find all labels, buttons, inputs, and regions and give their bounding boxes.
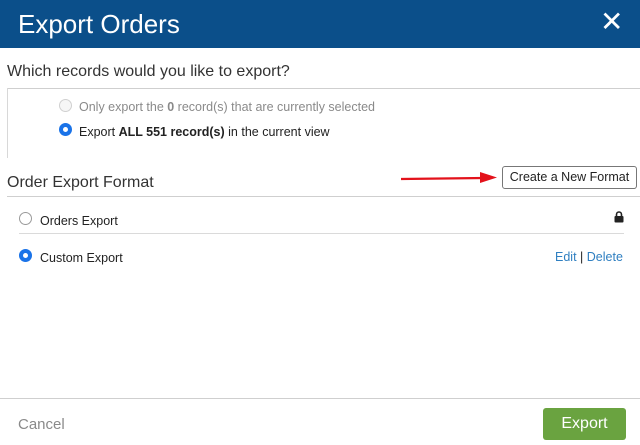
format-section-title: Order Export Format: [7, 174, 154, 191]
radio-export-selected: [59, 99, 72, 112]
delete-link[interactable]: Delete: [587, 250, 623, 264]
divider: [7, 88, 640, 89]
lock-icon: [614, 211, 624, 223]
dialog-header: Export Orders ✕: [0, 0, 640, 48]
footer-divider: [0, 398, 640, 399]
option-export-selected-label: Only export the 0 record(s) that are cur…: [79, 100, 375, 114]
divider: [7, 196, 640, 197]
close-icon[interactable]: ✕: [600, 8, 623, 36]
format-actions: Edit | Delete: [555, 249, 623, 265]
action-separator: |: [580, 250, 584, 264]
edit-link[interactable]: Edit: [555, 250, 577, 264]
export-button[interactable]: Export: [543, 408, 626, 440]
radio-orders-export[interactable]: [19, 212, 32, 225]
cancel-button[interactable]: Cancel: [18, 415, 65, 435]
format-custom-export-label[interactable]: Custom Export: [40, 250, 123, 266]
radio-export-all[interactable]: [59, 123, 72, 136]
records-section-title: Which records would you like to export?: [7, 63, 290, 80]
option-export-all-label[interactable]: Export ALL 551 record(s) in the current …: [79, 124, 330, 140]
format-orders-export-label[interactable]: Orders Export: [40, 213, 118, 229]
divider: [19, 233, 624, 234]
arrow-annotation: [400, 172, 497, 183]
dialog-title: Export Orders: [18, 9, 180, 39]
radio-custom-export[interactable]: [19, 249, 32, 262]
divider: [7, 88, 8, 158]
create-new-format-button[interactable]: Create a New Format: [502, 166, 637, 189]
